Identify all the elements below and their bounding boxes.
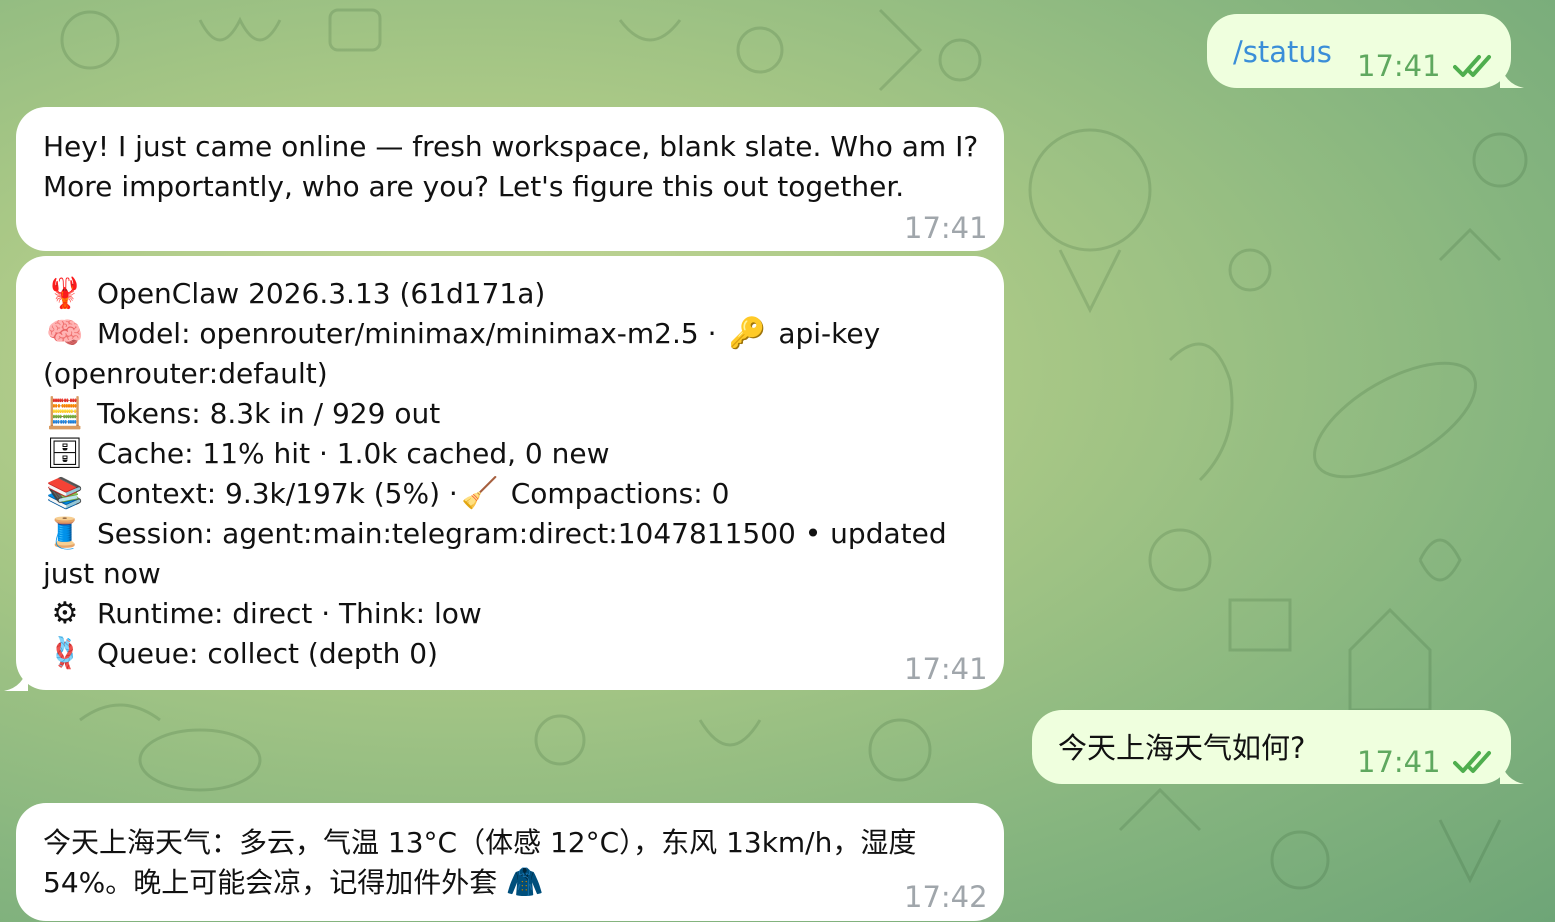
status-line-context: 📚 Context: 9.3k/197k (5%) · 🧹 Compaction… bbox=[43, 474, 988, 514]
status-line-session: 🧵 Session: agent:main:telegram:direct:104… bbox=[43, 514, 988, 594]
message-time: 17:41 bbox=[1357, 745, 1441, 779]
status-model-text: Model: openrouter/minimax/minimax-m2.5 · bbox=[97, 317, 726, 350]
lobster-icon: 🦞 bbox=[46, 276, 84, 311]
message-time: 17:41 bbox=[1357, 49, 1441, 83]
message-bubble-incoming[interactable]: 今天上海天气：多云，气温 13°C（体感 12°C），东风 13km/h，湿度 … bbox=[16, 803, 1004, 921]
double-check-read-icon bbox=[1453, 55, 1491, 77]
message-bubble-outgoing[interactable]: /status 17:41 bbox=[1207, 14, 1511, 88]
status-report: 🦞 OpenClaw 2026.3.13 (61d171a) 🧠 Model: o… bbox=[43, 274, 988, 674]
books-icon: 📚 bbox=[46, 476, 84, 511]
status-line-cache: 🗄 Cache: 11% hit · 1.0k cached, 0 new bbox=[43, 434, 988, 474]
status-queue-text: Queue: collect (depth 0) bbox=[97, 637, 438, 670]
key-icon: 🔑 bbox=[728, 316, 767, 351]
status-line-queue: 🪢 Queue: collect (depth 0) bbox=[43, 634, 988, 674]
bubble-tail bbox=[4, 665, 28, 691]
status-compactions-text: Compactions: 0 bbox=[501, 477, 730, 510]
status-context-text: Context: 9.3k/197k (5%) · bbox=[97, 477, 458, 510]
coat-icon: 🧥 bbox=[506, 865, 544, 900]
status-cache-text: Cache: 11% hit · 1.0k cached, 0 new bbox=[97, 437, 610, 470]
status-session-text: Session: agent:main:telegram:direct:1047… bbox=[43, 517, 947, 590]
message-text: 今天上海天气如何? bbox=[1058, 731, 1306, 765]
status-runtime-text: Runtime: direct · Think: low bbox=[97, 597, 482, 630]
message-bubble-outgoing[interactable]: 今天上海天气如何? 17:41 bbox=[1032, 710, 1511, 784]
thread-spool-icon: 🧵 bbox=[46, 516, 84, 551]
status-tokens-text: Tokens: 8.3k in / 929 out bbox=[97, 397, 441, 430]
message-text: Hey! I just came online — fresh workspac… bbox=[43, 130, 988, 203]
status-line-version: 🦞 OpenClaw 2026.3.13 (61d171a) bbox=[43, 274, 988, 314]
status-version-text: OpenClaw 2026.3.13 (61d171a) bbox=[97, 277, 546, 310]
knot-icon: 🪢 bbox=[46, 636, 84, 671]
message-text: 今天上海天气：多云，气温 13°C（体感 12°C），东风 13km/h，湿度 … bbox=[43, 826, 926, 899]
status-line-tokens: 🧮 Tokens: 8.3k in / 929 out bbox=[43, 394, 988, 434]
gear-icon: ⚙ bbox=[51, 596, 79, 631]
message-bubble-incoming[interactable]: Hey! I just came online — fresh workspac… bbox=[16, 107, 1004, 251]
file-cabinet-icon: 🗄 bbox=[45, 436, 85, 471]
bubble-tail bbox=[1500, 758, 1524, 784]
broom-icon: 🧹 bbox=[461, 476, 499, 511]
command-link-status[interactable]: /status bbox=[1233, 32, 1332, 72]
abacus-icon: 🧮 bbox=[46, 396, 84, 431]
brain-icon: 🧠 bbox=[46, 316, 84, 351]
message-text-wrap: 今天上海天气：多云，气温 13°C（体感 12°C），东风 13km/h，湿度 … bbox=[43, 823, 988, 903]
message-time: 17:41 bbox=[904, 211, 988, 245]
message-time: 17:42 bbox=[904, 880, 988, 914]
bubble-tail bbox=[1500, 62, 1524, 88]
message-bubble-incoming-status[interactable]: 🦞 OpenClaw 2026.3.13 (61d171a) 🧠 Model: o… bbox=[16, 256, 1004, 690]
status-line-runtime: ⚙ Runtime: direct · Think: low bbox=[43, 594, 988, 634]
message-time: 17:41 bbox=[904, 652, 988, 686]
double-check-read-icon bbox=[1453, 751, 1491, 773]
status-line-model: 🧠 Model: openrouter/minimax/minimax-m2.5 … bbox=[43, 314, 988, 394]
